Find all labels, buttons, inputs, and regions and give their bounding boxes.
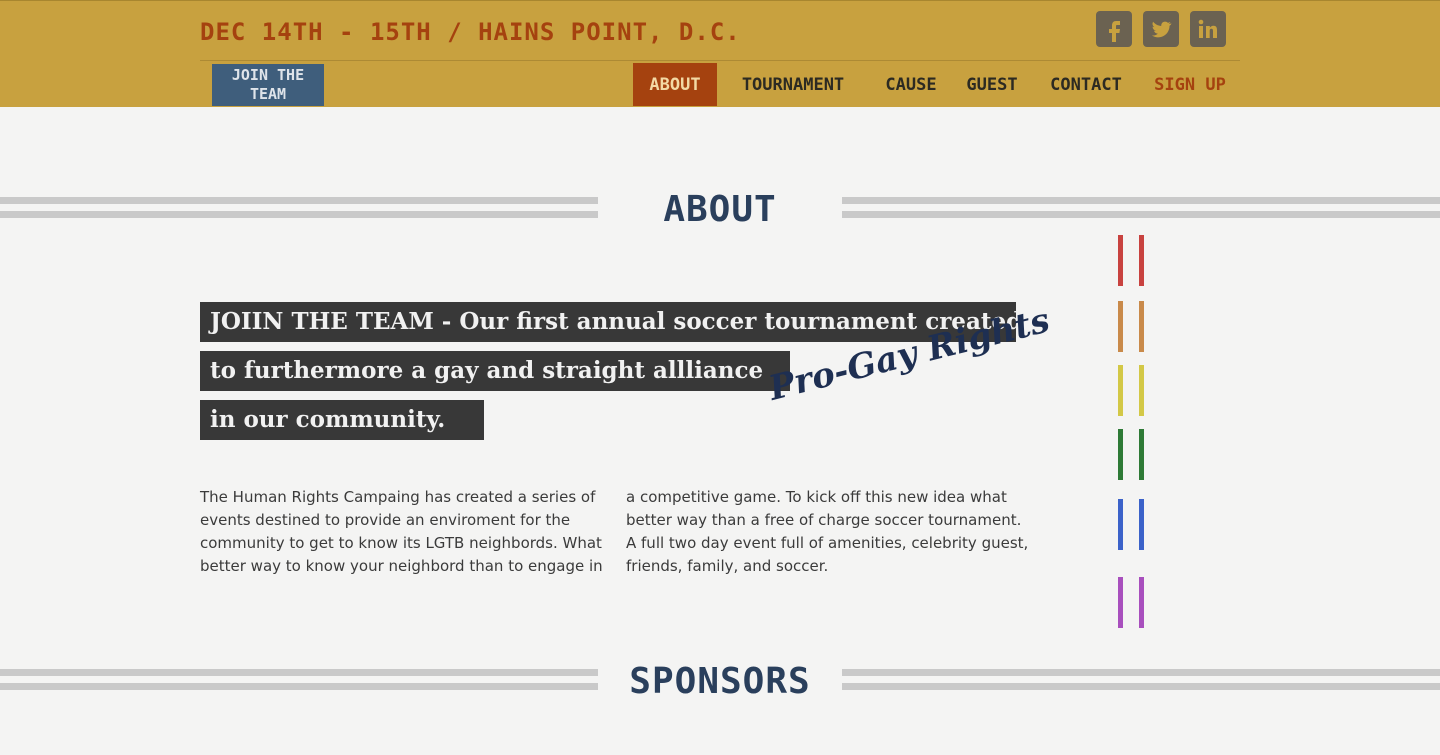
rainbow-bar-orange-right bbox=[1139, 301, 1144, 352]
nav-guest[interactable]: GUEST bbox=[957, 63, 1027, 106]
about-column-2: a competitive game. To kick off this new… bbox=[626, 488, 1029, 575]
rainbow-bar-green-left bbox=[1118, 429, 1123, 480]
rainbow-bar-orange-left bbox=[1118, 301, 1123, 352]
rainbow-bar-purple-right bbox=[1139, 577, 1144, 628]
nav-contact[interactable]: CONTACT bbox=[1038, 63, 1134, 106]
event-date: DEC 14TH - 15TH / HAINS POINT, D.C. bbox=[200, 18, 741, 46]
facebook-link[interactable] bbox=[1096, 11, 1132, 47]
twitter-icon bbox=[1151, 21, 1172, 38]
rainbow-bar-yellow-left bbox=[1118, 365, 1123, 416]
linkedin-link[interactable] bbox=[1190, 11, 1226, 47]
rainbow-bar-red-right bbox=[1139, 235, 1144, 286]
headline-line-2: to furthermore a gay and straight alllia… bbox=[200, 351, 790, 391]
nav-cause[interactable]: CAUSE bbox=[874, 63, 948, 106]
sponsors-title: SPONSORS bbox=[600, 658, 840, 706]
headline-line-3: in our community. bbox=[200, 400, 484, 440]
nav-tournament[interactable]: TOURNAMENT bbox=[723, 63, 863, 106]
rainbow-bar-green-right bbox=[1139, 429, 1144, 480]
about-title: ABOUT bbox=[600, 186, 840, 234]
facebook-icon bbox=[1109, 21, 1120, 42]
nav-sign-up[interactable]: SIGN UP bbox=[1144, 63, 1236, 106]
about-column-1: The Human Rights Campaing has created a … bbox=[200, 488, 603, 575]
twitter-link[interactable] bbox=[1143, 11, 1179, 47]
linkedin-icon bbox=[1198, 19, 1217, 38]
rainbow-bar-blue-right bbox=[1139, 499, 1144, 550]
join-the-team-logo[interactable]: JOIN THE TEAM bbox=[212, 64, 324, 106]
rainbow-bar-purple-left bbox=[1118, 577, 1123, 628]
header-divider bbox=[200, 60, 1240, 61]
rainbow-bar-red-left bbox=[1118, 235, 1123, 286]
nav-about[interactable]: ABOUT bbox=[633, 63, 717, 106]
headline-line-1: JOIIN THE TEAM - Our first annual soccer… bbox=[200, 302, 1022, 342]
rainbow-bar-yellow-right bbox=[1139, 365, 1144, 416]
rainbow-bar-blue-left bbox=[1118, 499, 1123, 550]
